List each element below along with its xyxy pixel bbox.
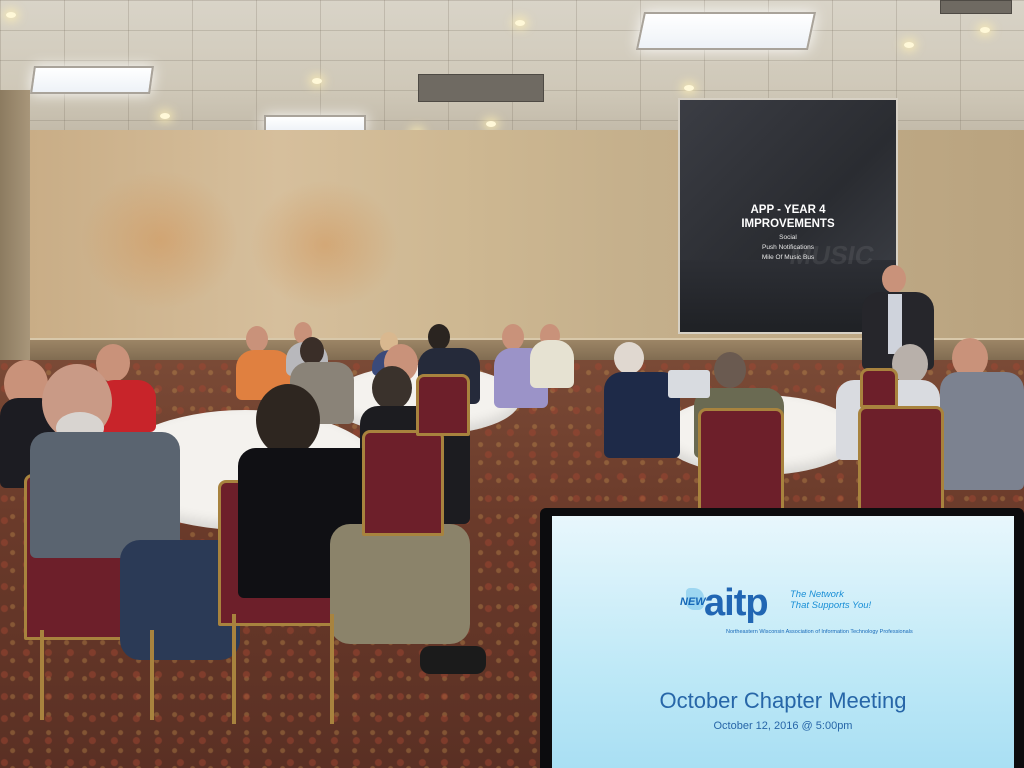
apple-laptop [668,370,710,398]
wall-sconce-glow [80,170,240,310]
downlight [980,27,990,33]
downlight [486,121,496,127]
slide-title-line1: APP - YEAR 4 [750,204,826,216]
banquet-chair [362,430,444,536]
chair-leg [330,614,334,724]
downlight [904,42,914,48]
slide-bullet-list: Social Push Notifications Mile Of Music … [680,233,896,263]
downlight [6,12,16,18]
banquet-chair [860,368,898,408]
laptop-screen: NEW aitp The Network That Supports You! … [552,516,1014,768]
meeting-title: October Chapter Meeting [659,688,907,713]
downlight [515,20,525,26]
chair-leg [150,630,154,720]
association-name: Northeastern Wisconsin Association of In… [726,629,913,635]
slide-title: APP - YEAR 4 IMPROVEMENTS [680,203,896,231]
ceiling-vent [418,74,544,102]
ceiling-vent [940,0,1012,14]
projected-slide: MUSIC APP - YEAR 4 IMPROVEMENTS Social P… [680,100,896,332]
downlight [684,85,694,91]
banquet-chair [416,374,470,436]
downlight [160,113,170,119]
slide-bullet-item: Social [779,234,797,241]
banquet-chair [858,406,944,512]
slide-title-line2: IMPROVEMENTS [741,218,835,230]
logo-name: aitp [704,582,769,624]
logo-tagline-line1: The Network [790,589,844,600]
ceiling-light-panel [30,66,154,94]
chair-leg [40,630,44,720]
logo-tagline: The Network That Supports You! [790,589,871,611]
logo-tagline-line2: That Supports You! [790,600,872,611]
slide-bullet-item: Mile Of Music Bus [761,254,815,261]
downlight [312,78,322,84]
slide-bullet-item: Push Notifications [761,244,815,251]
aitp-logo: NEW aitp The Network That Supports You! … [680,582,913,646]
logo-prefix: NEW [680,596,706,608]
left-pillar [0,90,30,390]
banquet-chair [698,408,784,514]
meeting-date: October 12, 2016 @ 5:00pm [713,720,853,732]
wall-sconce-glow [250,180,400,310]
chair-leg [232,614,236,724]
meeting-room-photo: MUSIC APP - YEAR 4 IMPROVEMENTS Social P… [0,0,1024,768]
ceiling-light-panel [635,12,817,50]
